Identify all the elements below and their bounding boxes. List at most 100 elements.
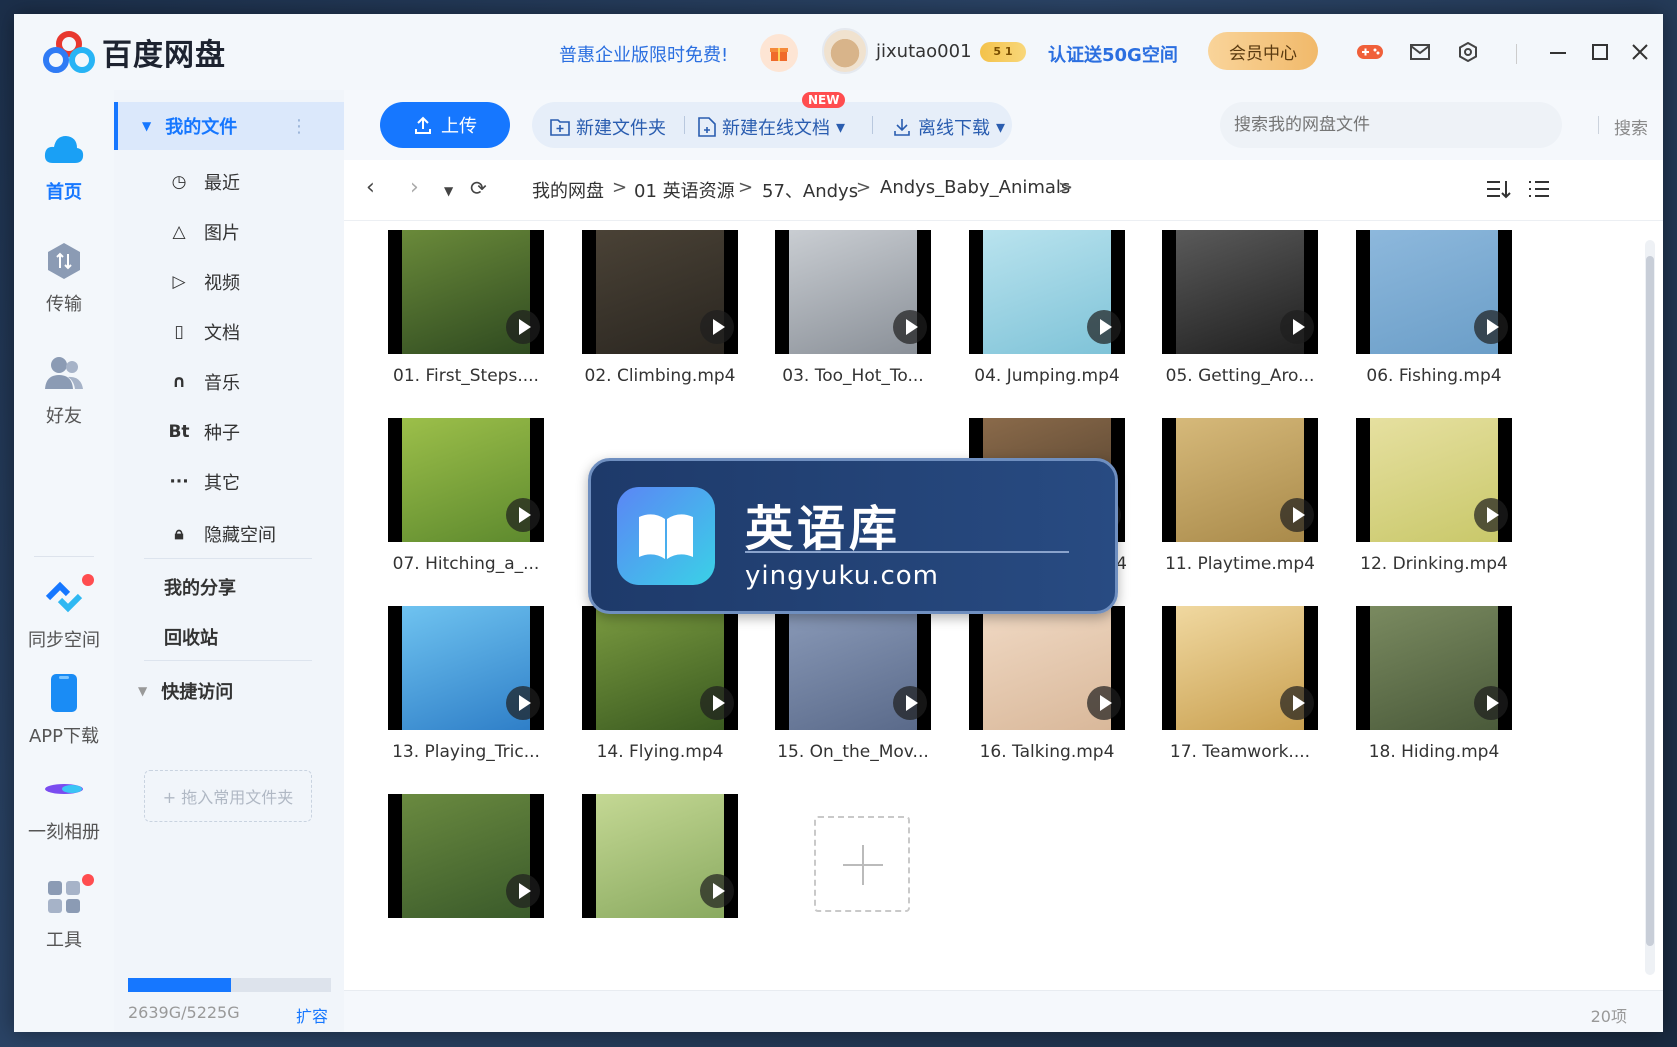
new-online-doc-label: 新建在线文档	[722, 118, 830, 139]
file-tile[interactable]: 14. Flying.mp4	[580, 606, 740, 762]
clock-icon: ◷	[171, 172, 187, 192]
nav-app-download[interactable]: APP下载	[14, 670, 114, 748]
video-thumbnail[interactable]	[1162, 230, 1318, 354]
play-icon	[700, 686, 734, 720]
breadcrumb-item[interactable]: 我的网盘	[532, 177, 604, 203]
offline-download-button[interactable]: 离线下载 ▾	[892, 114, 1005, 140]
file-tile[interactable]: 11. Playtime.mp4	[1160, 418, 1320, 574]
scrollbar-thumb[interactable]	[1646, 256, 1654, 946]
file-tile[interactable]: 16. Talking.mp4	[967, 606, 1127, 762]
nav-album[interactable]: 一刻相册	[14, 766, 114, 844]
expand-storage-link[interactable]: 扩容	[296, 1003, 328, 1027]
video-thumbnail[interactable]	[582, 230, 738, 354]
close-icon[interactable]	[1626, 38, 1654, 66]
sidebar-item-hidden-space[interactable]: 🔒︎ 隐藏空间	[114, 512, 344, 556]
forward-icon[interactable]: ›	[410, 175, 419, 200]
video-thumbnail[interactable]	[388, 230, 544, 354]
search-button[interactable]: 搜索	[1614, 114, 1648, 139]
certify-link[interactable]: 认证送50G空间	[1048, 41, 1178, 67]
sidebar-item-music[interactable]: ∩ 音乐	[114, 360, 344, 404]
video-thumbnail[interactable]	[388, 794, 544, 918]
file-tile[interactable]	[580, 794, 740, 918]
mail-icon[interactable]	[1406, 38, 1434, 66]
sidebar-item-recent[interactable]: ◷ 最近	[114, 160, 344, 204]
file-tile[interactable]: 07. Hitching_a_...	[386, 418, 546, 574]
nav-friends[interactable]: 好友	[14, 350, 114, 428]
vip-center-button[interactable]: 会员中心	[1208, 32, 1318, 70]
file-tile[interactable]: 15. On_the_Mov...	[773, 606, 933, 762]
sidebar-item-my-files[interactable]: ▼ 我的文件 ⋮	[114, 102, 344, 150]
file-tile[interactable]: 04. Jumping.mp4	[967, 230, 1127, 386]
list-view-icon[interactable]	[1528, 178, 1550, 205]
refresh-icon[interactable]: ⟳	[470, 176, 487, 200]
play-icon	[1280, 686, 1314, 720]
file-tile[interactable]: 18. Hiding.mp4	[1354, 606, 1514, 762]
sidebar-item-other[interactable]: ··· 其它	[114, 460, 344, 504]
sidebar-item-my-share[interactable]: 我的分享	[164, 574, 236, 600]
minimize-icon[interactable]	[1544, 38, 1572, 66]
breadcrumb-item[interactable]: Andys_Baby_Animals	[880, 177, 1070, 198]
video-thumbnail[interactable]	[1356, 418, 1512, 542]
app-logo[interactable]: 百度网盘	[42, 30, 226, 74]
video-thumbnail[interactable]	[969, 230, 1125, 354]
chevron-down-icon: ▼	[142, 119, 152, 133]
nav-friends-label: 好友	[46, 406, 82, 427]
app-title: 百度网盘	[102, 38, 226, 73]
nav-home[interactable]: 首页	[14, 126, 114, 204]
play-icon	[506, 498, 540, 532]
torrent-icon: Bt	[168, 422, 190, 442]
file-tile[interactable]: 17. Teamwork....	[1160, 606, 1320, 762]
book-icon	[617, 487, 715, 585]
file-tile[interactable]: 01. First_Steps....	[386, 230, 546, 386]
username[interactable]: jixutao001	[876, 41, 972, 62]
nav-transfer[interactable]: 传输	[14, 238, 114, 316]
video-thumbnail[interactable]	[969, 606, 1125, 730]
new-folder-button[interactable]: 新建文件夹	[550, 114, 666, 140]
quick-access-toggle[interactable]: ▼ 快捷访问	[138, 678, 233, 704]
upload-button[interactable]: 上传	[380, 102, 510, 148]
maximize-icon[interactable]	[1586, 38, 1614, 66]
history-dropdown-icon[interactable]: ▼	[444, 184, 453, 198]
nav-sync[interactable]: 同步空间	[14, 574, 114, 652]
video-thumbnail[interactable]	[388, 606, 544, 730]
sidebar-item-docs[interactable]: ▯ 文档	[114, 310, 344, 354]
file-tile[interactable]: 13. Playing_Tric...	[386, 606, 546, 762]
sort-icon[interactable]	[1486, 178, 1512, 205]
video-thumbnail[interactable]	[582, 606, 738, 730]
more-icon[interactable]: ⋮	[290, 116, 308, 137]
avatar[interactable]	[822, 28, 868, 74]
nav-tools[interactable]: 工具	[14, 874, 114, 952]
sidebar-item-images[interactable]: △ 图片	[114, 210, 344, 254]
video-thumbnail[interactable]	[1162, 606, 1318, 730]
back-icon[interactable]: ‹	[366, 175, 375, 200]
video-thumbnail[interactable]	[775, 230, 931, 354]
settings-icon[interactable]	[1454, 38, 1482, 66]
search-input[interactable]	[1220, 102, 1490, 148]
video-thumbnail[interactable]	[1356, 606, 1512, 730]
file-tile[interactable]: 03. Too_Hot_To...	[773, 230, 933, 386]
file-tile[interactable]: 12. Drinking.mp4	[1354, 418, 1514, 574]
video-thumbnail[interactable]	[1162, 418, 1318, 542]
file-tile[interactable]: 02. Climbing.mp4	[580, 230, 740, 386]
drop-folder-target[interactable]: + 拖入常用文件夹	[144, 770, 312, 822]
file-tile[interactable]: 05. Getting_Aro...	[1160, 230, 1320, 386]
breadcrumb-item[interactable]: 01 英语资源	[634, 177, 735, 203]
video-thumbnail[interactable]	[582, 794, 738, 918]
sidebar-item-videos[interactable]: ▷ 视频	[114, 260, 344, 304]
gift-icon[interactable]	[760, 34, 798, 72]
breadcrumb-item[interactable]: 57、Andys	[762, 177, 858, 203]
video-thumbnail[interactable]	[775, 606, 931, 730]
file-tile[interactable]: 06. Fishing.mp4	[1354, 230, 1514, 386]
upload-file-tile[interactable]	[814, 816, 910, 912]
new-online-doc-button[interactable]: 新建在线文档 ▾	[698, 114, 845, 140]
sidebar-item-torrents[interactable]: Bt 种子	[114, 410, 344, 454]
watermark-banner: 英语库 yingyuku.com	[588, 458, 1118, 614]
sidebar-item-recycle-bin[interactable]: 回收站	[164, 624, 218, 650]
game-icon[interactable]	[1356, 38, 1384, 66]
video-thumbnail[interactable]	[388, 418, 544, 542]
video-thumbnail[interactable]	[1356, 230, 1512, 354]
file-tile[interactable]	[386, 794, 546, 918]
promo-link[interactable]: 普惠企业版限时免费!	[559, 41, 728, 67]
headphones-icon: ∩	[172, 372, 186, 392]
new-folder-label: 新建文件夹	[576, 118, 666, 139]
